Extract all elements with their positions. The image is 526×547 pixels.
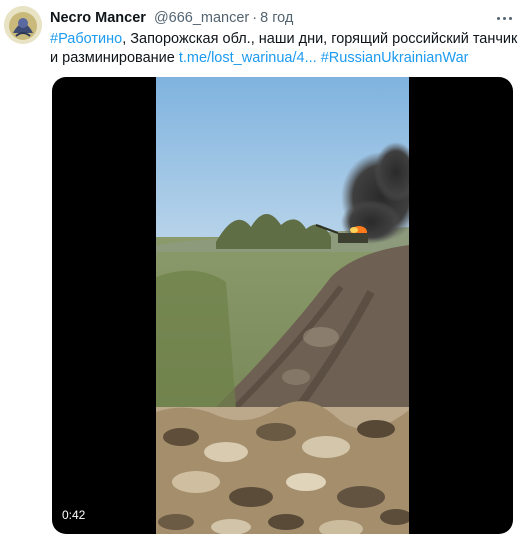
hashtag-link-2[interactable]: #RussianUkrainianWar (321, 50, 469, 66)
separator-dot: · (252, 10, 258, 26)
tweet-card[interactable]: Necro Mancer @666_mancer · 8 год #Работино… (0, 0, 526, 547)
avatar-image (4, 6, 42, 44)
video-frame[interactable] (156, 77, 409, 534)
telegram-link[interactable]: t.me/lost_warinua/4... (179, 50, 317, 66)
more-options-button[interactable] (492, 6, 516, 30)
tweet-text: #Работино, Запорожская обл., наши дни, г… (50, 30, 518, 68)
video-duration: 0:42 (62, 508, 86, 522)
video-player[interactable]: 0:42 (52, 77, 513, 534)
avatar[interactable] (4, 6, 42, 44)
author-display-name[interactable]: Necro Mancer (50, 10, 146, 26)
hashtag-link[interactable]: #Работино (50, 31, 122, 47)
more-horizontal-icon (495, 16, 513, 20)
tweet-header: Necro Mancer @666_mancer · 8 год (50, 9, 486, 27)
video-thumbnail (156, 77, 409, 534)
tweet-timestamp[interactable]: 8 год (260, 10, 293, 26)
author-handle[interactable]: @666_mancer (154, 10, 249, 26)
